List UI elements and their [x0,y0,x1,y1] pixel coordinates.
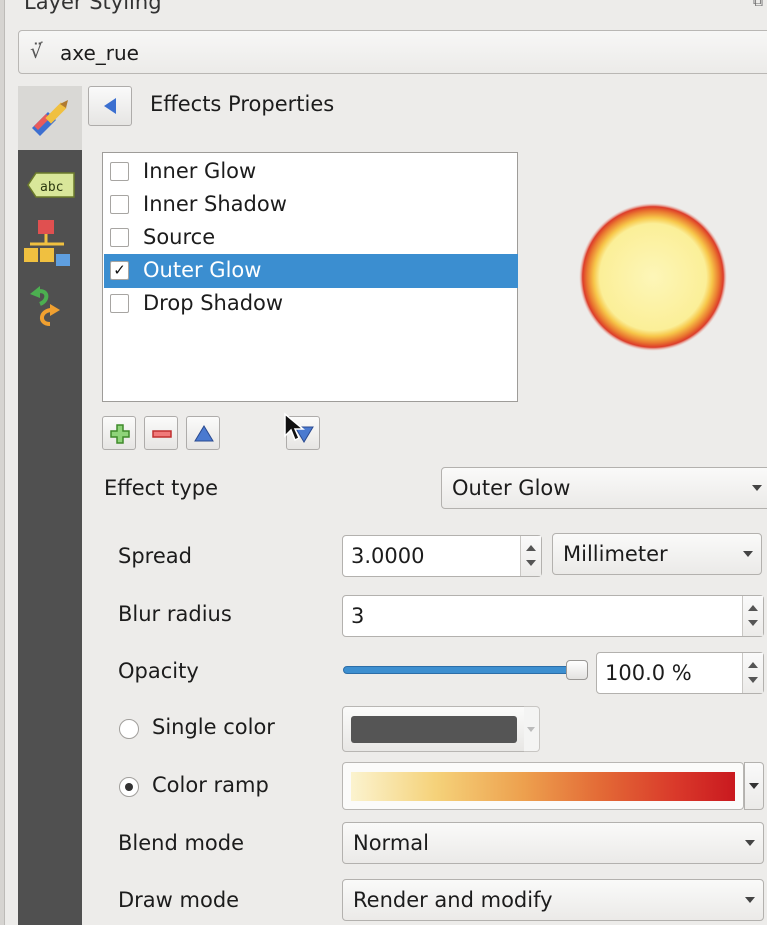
spin-arrows[interactable] [742,596,763,636]
draw-mode-value: Render and modify [353,888,553,912]
color-ramp-button[interactable] [342,762,744,810]
effect-label: Outer Glow [143,258,262,282]
effect-item-inner-glow[interactable]: Inner Glow [104,155,518,189]
window-edge [0,0,5,925]
single-color-dropdown[interactable] [524,706,540,752]
color-ramp-radio[interactable] [119,777,139,797]
paintbrush-icon [32,100,68,136]
arrow-up-icon [194,425,214,442]
effect-item-outer-glow[interactable]: ✓ Outer Glow [104,254,518,288]
effect-preview [579,203,727,351]
single-color-radio[interactable] [119,719,139,739]
float-icon[interactable]: ⧉ [753,0,763,10]
effect-type-label: Effect type [104,476,219,500]
opacity-spinbox[interactable]: 100.0 % [596,652,764,694]
chevron-down-icon [743,551,753,557]
blur-radius-spinbox[interactable]: 3 [342,595,764,637]
spread-unit-combo[interactable]: Millimeter [552,533,762,575]
spread-spinbox[interactable]: 3.0000 [342,535,542,577]
draw-mode-label: Draw mode [118,888,240,912]
undo-redo-icon [30,286,60,326]
opacity-slider-handle[interactable] [566,660,588,680]
effect-type-combo[interactable]: Outer Glow [441,467,767,509]
remove-effect-button[interactable] [144,416,178,450]
plus-icon [110,424,130,444]
spin-arrows[interactable] [742,653,763,693]
blend-mode-value: Normal [353,831,429,855]
mouse-cursor-icon [284,412,305,442]
tab-history[interactable] [26,284,70,328]
tab-labels[interactable]: abc [22,168,78,202]
labels-abc-icon: abc [27,172,75,198]
blend-mode-combo[interactable]: Normal [342,822,764,864]
effect-checkbox[interactable] [110,294,129,313]
effect-item-inner-shadow[interactable]: Inner Shadow [104,188,518,222]
chevron-down-icon [745,897,755,903]
chevron-down-icon [752,485,762,491]
back-button[interactable] [88,86,132,126]
effect-label: Inner Shadow [143,192,287,216]
spread-value: 3.0000 [351,544,425,568]
opacity-value: 100.0 % [605,661,692,685]
minus-icon [152,430,172,438]
effect-label: Inner Glow [143,159,257,183]
add-effect-button[interactable] [102,416,136,450]
effect-checkbox-checked[interactable]: ✓ [110,261,129,280]
opacity-label: Opacity [118,659,199,683]
effect-checkbox[interactable] [110,162,129,181]
effect-label: Drop Shadow [143,291,284,315]
style-tab-bar [18,86,82,925]
draw-mode-combo[interactable]: Render and modify [342,879,764,921]
effect-item-drop-shadow[interactable]: Drop Shadow [104,287,518,321]
spin-arrows[interactable] [520,536,541,576]
back-arrow-icon [104,98,116,114]
blur-radius-label: Blur radius [118,602,232,626]
effect-item-source[interactable]: Source [104,221,518,255]
spread-unit-value: Millimeter [563,542,668,566]
tab-diagrams[interactable] [22,218,78,270]
effect-type-value: Outer Glow [452,476,571,500]
color-swatch [351,716,517,743]
chevron-down-icon [745,840,755,846]
panel-title: Effects Properties [150,92,335,116]
color-ramp-swatch [351,772,735,801]
effects-list[interactable]: Inner Glow Inner Shadow Source ✓ Outer G… [102,152,518,402]
tab-symbology[interactable] [18,86,82,150]
effect-label: Source [143,225,216,249]
color-ramp-dropdown[interactable] [744,762,764,810]
single-color-label: Single color [152,715,275,739]
spread-label: Spread [118,544,192,568]
move-up-button[interactable] [186,416,220,450]
effect-checkbox[interactable] [110,228,129,247]
effect-checkbox[interactable] [110,195,129,214]
layer-name: axe_rue [60,41,139,65]
line-layer-icon: √̈ [30,39,43,63]
svg-text:abc: abc [40,180,63,195]
diagram-icon [24,220,70,266]
window-title: Layer Styling [24,0,162,14]
blend-mode-label: Blend mode [118,831,245,855]
single-color-button[interactable] [342,706,528,752]
color-ramp-label: Color ramp [152,773,269,797]
opacity-slider[interactable] [343,666,573,674]
blur-radius-value: 3 [351,604,365,628]
